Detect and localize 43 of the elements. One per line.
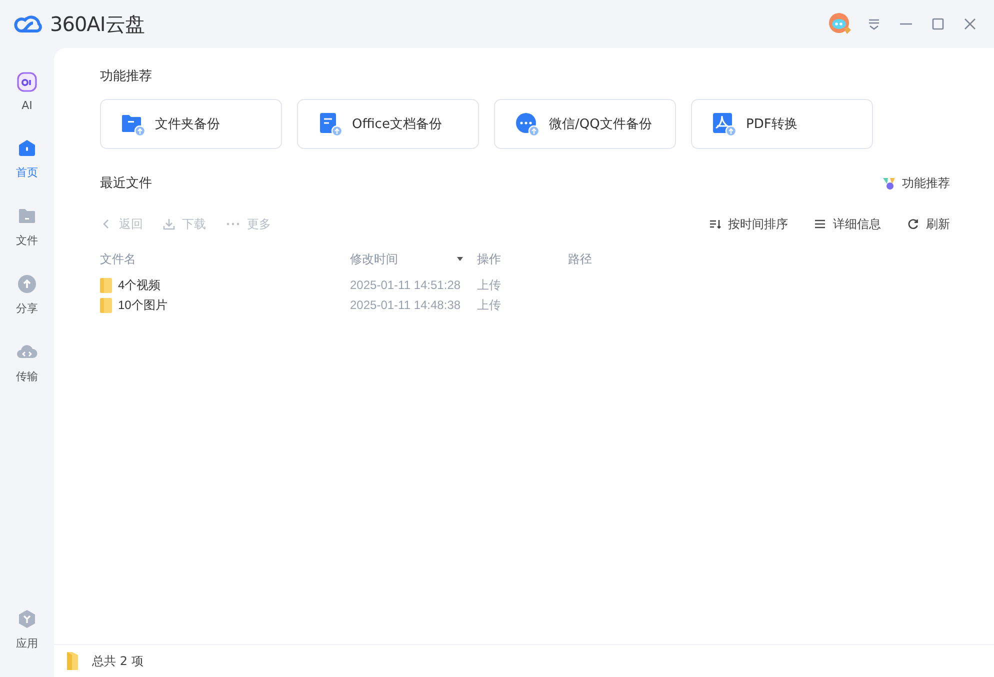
file-name-cell[interactable]: 10个图片 (100, 295, 350, 315)
folder-upload-icon (121, 112, 145, 136)
table-cell-text: 上传 (477, 276, 502, 294)
folder-icon (100, 278, 112, 292)
sidebar-item[interactable]: 应用 (16, 609, 38, 651)
feature-card[interactable]: 微信/QQ文件备份 (494, 99, 676, 149)
sidebar-item[interactable]: 文件 (16, 206, 38, 248)
section-title: 功能推荐 (100, 68, 153, 85)
toolbar-button[interactable]: 刷新 (907, 215, 950, 233)
feature-card[interactable]: PDF转换 (691, 99, 873, 149)
ai-icon (17, 72, 37, 92)
file-name-cell[interactable]: 4个视频 (100, 275, 350, 295)
apps-icon (17, 609, 37, 629)
chat-upload-icon (515, 112, 539, 136)
feature-link[interactable]: 功能推荐 (882, 174, 950, 192)
download-icon (163, 218, 175, 230)
sidebar-item[interactable]: AI (17, 72, 37, 112)
table-cell-text: 2025-01-11 14:51:28 (350, 277, 462, 294)
cloud-logo-icon (14, 14, 44, 34)
folder-icon (17, 206, 37, 226)
refresh-icon (907, 218, 919, 230)
app-title: 360AI云盘 (50, 10, 144, 38)
section-title: 最近文件 (100, 175, 152, 192)
table-cell-text: 上传 (477, 296, 502, 314)
list-icon (814, 218, 826, 230)
folder-icon (66, 651, 80, 671)
sort-icon (709, 218, 721, 230)
document-upload-icon (318, 112, 342, 136)
feature-card[interactable]: 文件夹备份 (100, 99, 282, 149)
item-count: 总共 2 项 (92, 652, 144, 670)
sidebar-item[interactable]: 传输 (16, 342, 38, 384)
avatar-icon[interactable] (828, 12, 852, 36)
sidebar-item[interactable]: 分享 (16, 274, 38, 316)
table-cell-text: 2025-01-11 14:48:38 (350, 297, 462, 314)
shapes-icon (882, 176, 896, 190)
feature-card[interactable]: Office文档备份 (297, 99, 479, 149)
upload-icon (17, 274, 37, 294)
home-icon (17, 138, 37, 158)
pdf-icon (712, 112, 736, 136)
folder-icon (100, 298, 112, 312)
toolbar-button[interactable]: 按时间排序 (709, 215, 788, 233)
toolbar-button[interactable]: 详细信息 (814, 215, 881, 233)
sidebar-item[interactable]: 首页 (16, 138, 38, 180)
